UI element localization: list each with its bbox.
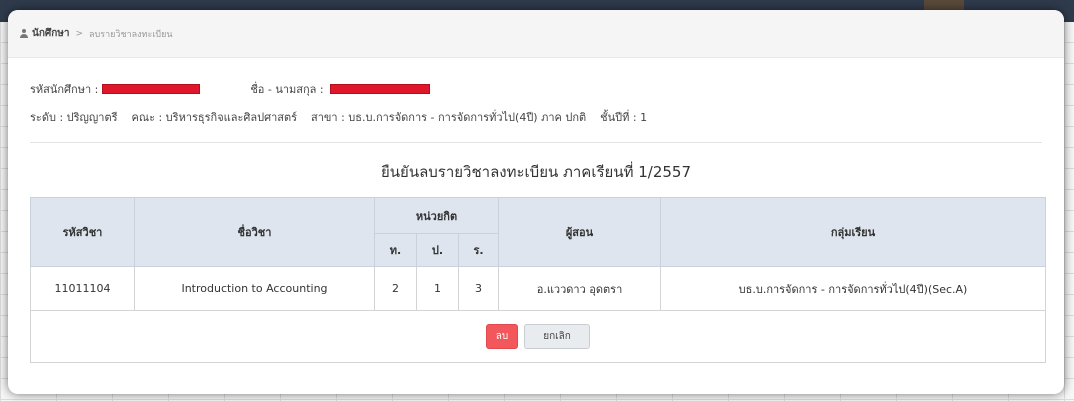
course-table: รหัสวิชา ชื่อวิชา หน่วยกิต ผู้สอน กลุ่มเ… [30, 197, 1046, 311]
cell-credit-p: 1 [416, 266, 459, 311]
breadcrumb: นักศึกษา > ลบรายวิชาลงทะเบียน [8, 10, 1064, 58]
delete-button[interactable]: ลบ [486, 324, 518, 349]
student-name-label: ชื่อ - นามสกุล : [250, 83, 324, 96]
header-course-name: ชื่อวิชา [134, 197, 375, 267]
student-faculty: คณะ : บริหารธุรกิจและศิลปศาสตร์ [131, 111, 298, 124]
header-group: กลุ่มเรียน [660, 197, 1046, 267]
breadcrumb-root[interactable]: นักศึกษา [32, 26, 70, 41]
student-major: สาขา : บธ.บ.การจัดการ - การจัดการทั่วไป(… [311, 111, 587, 124]
student-identity-row: รหัสนักศึกษา : ชื่อ - นามสกุล : [30, 81, 1042, 97]
student-name-redaction [329, 84, 430, 94]
student-program-row: ระดับ : ปริญญาตรี คณะ : บริหารธุรกิจและศ… [30, 109, 1042, 125]
cell-group: บธ.บ.การจัดการ - การจัดการทั่วไป(4ปี)(Se… [660, 266, 1046, 311]
cell-credit-t: 2 [374, 266, 417, 311]
header-credit-t: ท. [374, 233, 417, 267]
header-credits: หน่วยกิต [374, 197, 499, 234]
delete-course-dialog: นักศึกษา > ลบรายวิชาลงทะเบียน รหัสนักศึก… [8, 10, 1064, 394]
header-instructor: ผู้สอน [498, 197, 661, 267]
table-row: 11011104 Introduction to Accounting 2 1 … [30, 266, 1046, 311]
student-year: ชั้นปีที่ : 1 [600, 111, 648, 124]
action-bar: ลบ ยกเลิก [30, 311, 1046, 363]
confirm-title: ยืนยันลบรายวิชาลงทะเบียน ภาคเรียนที่ 1/2… [380, 163, 691, 181]
breadcrumb-separator: > [75, 28, 84, 39]
header-credit-p: ป. [416, 233, 459, 267]
cell-course-code: 11011104 [30, 266, 135, 311]
breadcrumb-current: ลบรายวิชาลงทะเบียน [89, 29, 173, 40]
cell-course-name: Introduction to Accounting [134, 266, 375, 311]
cancel-button[interactable]: ยกเลิก [524, 324, 590, 349]
student-level: ระดับ : ปริญญาตรี [30, 111, 118, 124]
dialog-content: รหัสนักศึกษา : ชื่อ - นามสกุล : ระดับ : … [8, 81, 1064, 363]
user-icon [20, 29, 28, 38]
cell-instructor: อ.แววดาว อุดตรา [498, 266, 661, 311]
cell-credit-r: 3 [458, 266, 499, 311]
header-credit-r: ร. [458, 233, 499, 267]
student-id-label: รหัสนักศึกษา : [30, 83, 99, 96]
student-id-redaction [102, 84, 201, 94]
header-course-code: รหัสวิชา [30, 197, 135, 267]
divider [30, 142, 1042, 143]
